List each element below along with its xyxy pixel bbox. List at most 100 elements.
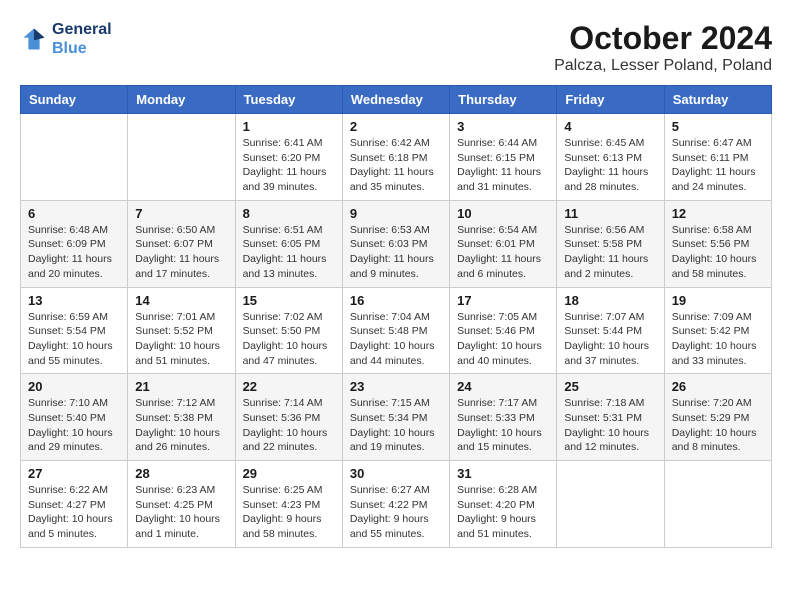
day-number: 18: [564, 293, 656, 308]
calendar-cell: 29 Sunrise: 6:25 AM Sunset: 4:23 PM Dayli…: [235, 461, 342, 548]
calendar-cell: 5Sunrise: 6:47 AM Sunset: 6:11 PM Daylig…: [664, 114, 771, 201]
calendar-cell: 22 Sunrise: 7:14 AM Sunset: 5:36 PM Dayli…: [235, 374, 342, 461]
day-number: 13: [28, 293, 120, 308]
calendar-cell: [664, 461, 771, 548]
column-header-saturday: Saturday: [664, 86, 771, 114]
day-number: 5: [672, 119, 764, 134]
day-number: 4: [564, 119, 656, 134]
day-number: 29: [243, 466, 335, 481]
calendar-cell: 8 Sunrise: 6:51 AM Sunset: 6:05 PM Daylig…: [235, 200, 342, 287]
day-number: 12: [672, 206, 764, 221]
calendar-cell: 2 Sunrise: 6:42 AM Sunset: 6:18 PM Daylig…: [342, 114, 449, 201]
day-info: Sunrise: 7:18 AM Sunset: 5:31 PM Dayligh…: [564, 396, 656, 455]
calendar-cell: 4 Sunrise: 6:45 AM Sunset: 6:13 PM Daylig…: [557, 114, 664, 201]
calendar-cell: 7 Sunrise: 6:50 AM Sunset: 6:07 PM Daylig…: [128, 200, 235, 287]
calendar-cell: 31 Sunrise: 6:28 AM Sunset: 4:20 PM Dayli…: [450, 461, 557, 548]
calendar-cell: 17Sunrise: 7:05 AM Sunset: 5:46 PM Dayli…: [450, 287, 557, 374]
day-info: Sunrise: 7:01 AM Sunset: 5:52 PM Dayligh…: [135, 310, 227, 369]
day-info: Sunrise: 6:58 AM Sunset: 5:56 PM Dayligh…: [672, 223, 764, 282]
day-info: Sunrise: 6:28 AM Sunset: 4:20 PM Dayligh…: [457, 483, 549, 542]
day-number: 1: [243, 119, 335, 134]
calendar-cell: 15 Sunrise: 7:02 AM Sunset: 5:50 PM Dayli…: [235, 287, 342, 374]
day-number: 22: [243, 379, 335, 394]
column-header-tuesday: Tuesday: [235, 86, 342, 114]
calendar-cell: 18 Sunrise: 7:07 AM Sunset: 5:44 PM Dayli…: [557, 287, 664, 374]
day-number: 19: [672, 293, 764, 308]
logo: General Blue: [20, 20, 112, 58]
page-header: General Blue October 2024 Palcza, Lesser…: [20, 20, 772, 75]
calendar-cell: [21, 114, 128, 201]
day-number: 23: [350, 379, 442, 394]
day-info: Sunrise: 6:50 AM Sunset: 6:07 PM Dayligh…: [135, 223, 227, 282]
column-header-sunday: Sunday: [21, 86, 128, 114]
column-header-friday: Friday: [557, 86, 664, 114]
day-number: 3: [457, 119, 549, 134]
day-number: 7: [135, 206, 227, 221]
day-info: Sunrise: 6:25 AM Sunset: 4:23 PM Dayligh…: [243, 483, 335, 542]
day-number: 21: [135, 379, 227, 394]
day-info: Sunrise: 6:41 AM Sunset: 6:20 PM Dayligh…: [243, 136, 335, 195]
day-number: 8: [243, 206, 335, 221]
column-header-thursday: Thursday: [450, 86, 557, 114]
day-info: Sunrise: 6:42 AM Sunset: 6:18 PM Dayligh…: [350, 136, 442, 195]
calendar-cell: 28 Sunrise: 6:23 AM Sunset: 4:25 PM Dayli…: [128, 461, 235, 548]
day-number: 15: [243, 293, 335, 308]
day-info: Sunrise: 6:45 AM Sunset: 6:13 PM Dayligh…: [564, 136, 656, 195]
calendar-cell: 10 Sunrise: 6:54 AM Sunset: 6:01 PM Dayli…: [450, 200, 557, 287]
day-info: Sunrise: 6:27 AM Sunset: 4:22 PM Dayligh…: [350, 483, 442, 542]
calendar-cell: [128, 114, 235, 201]
day-info: Sunrise: 6:48 AM Sunset: 6:09 PM Dayligh…: [28, 223, 120, 282]
day-number: 16: [350, 293, 442, 308]
calendar-cell: 14 Sunrise: 7:01 AM Sunset: 5:52 PM Dayli…: [128, 287, 235, 374]
day-info: Sunrise: 7:20 AM Sunset: 5:29 PM Dayligh…: [672, 396, 764, 455]
day-info: Sunrise: 7:07 AM Sunset: 5:44 PM Dayligh…: [564, 310, 656, 369]
day-number: 6: [28, 206, 120, 221]
calendar-cell: 25 Sunrise: 7:18 AM Sunset: 5:31 PM Dayli…: [557, 374, 664, 461]
calendar-cell: [557, 461, 664, 548]
day-info: Sunrise: 6:59 AM Sunset: 5:54 PM Dayligh…: [28, 310, 120, 369]
title-block: October 2024 Palcza, Lesser Poland, Pola…: [554, 20, 772, 75]
day-info: Sunrise: 6:56 AM Sunset: 5:58 PM Dayligh…: [564, 223, 656, 282]
day-info: Sunrise: 6:51 AM Sunset: 6:05 PM Dayligh…: [243, 223, 335, 282]
calendar-cell: 23 Sunrise: 7:15 AM Sunset: 5:34 PM Dayli…: [342, 374, 449, 461]
day-info: Sunrise: 6:54 AM Sunset: 6:01 PM Dayligh…: [457, 223, 549, 282]
day-info: Sunrise: 7:15 AM Sunset: 5:34 PM Dayligh…: [350, 396, 442, 455]
day-info: Sunrise: 7:17 AM Sunset: 5:33 PM Dayligh…: [457, 396, 549, 455]
day-info: Sunrise: 7:14 AM Sunset: 5:36 PM Dayligh…: [243, 396, 335, 455]
day-number: 20: [28, 379, 120, 394]
column-header-wednesday: Wednesday: [342, 86, 449, 114]
day-number: 2: [350, 119, 442, 134]
day-info: Sunrise: 6:44 AM Sunset: 6:15 PM Dayligh…: [457, 136, 549, 195]
calendar-cell: 27Sunrise: 6:22 AM Sunset: 4:27 PM Dayli…: [21, 461, 128, 548]
day-info: Sunrise: 6:23 AM Sunset: 4:25 PM Dayligh…: [135, 483, 227, 542]
day-number: 24: [457, 379, 549, 394]
calendar-cell: 9 Sunrise: 6:53 AM Sunset: 6:03 PM Daylig…: [342, 200, 449, 287]
calendar-cell: 11 Sunrise: 6:56 AM Sunset: 5:58 PM Dayli…: [557, 200, 664, 287]
day-number: 14: [135, 293, 227, 308]
day-info: Sunrise: 7:09 AM Sunset: 5:42 PM Dayligh…: [672, 310, 764, 369]
calendar-cell: 13 Sunrise: 6:59 AM Sunset: 5:54 PM Dayli…: [21, 287, 128, 374]
calendar-cell: 16Sunrise: 7:04 AM Sunset: 5:48 PM Dayli…: [342, 287, 449, 374]
day-number: 9: [350, 206, 442, 221]
day-number: 10: [457, 206, 549, 221]
calendar-cell: 21 Sunrise: 7:12 AM Sunset: 5:38 PM Dayli…: [128, 374, 235, 461]
day-number: 25: [564, 379, 656, 394]
day-number: 11: [564, 206, 656, 221]
calendar-table: SundayMondayTuesdayWednesdayThursdayFrid…: [20, 85, 772, 548]
calendar-cell: 19 Sunrise: 7:09 AM Sunset: 5:42 PM Dayli…: [664, 287, 771, 374]
day-info: Sunrise: 7:10 AM Sunset: 5:40 PM Dayligh…: [28, 396, 120, 455]
day-number: 28: [135, 466, 227, 481]
column-header-monday: Monday: [128, 86, 235, 114]
day-number: 31: [457, 466, 549, 481]
day-number: 30: [350, 466, 442, 481]
day-info: Sunrise: 7:05 AM Sunset: 5:46 PM Dayligh…: [457, 310, 549, 369]
day-info: Sunrise: 7:12 AM Sunset: 5:38 PM Dayligh…: [135, 396, 227, 455]
calendar-cell: 12 Sunrise: 6:58 AM Sunset: 5:56 PM Dayli…: [664, 200, 771, 287]
logo-icon: [20, 25, 48, 53]
calendar-cell: 3 Sunrise: 6:44 AM Sunset: 6:15 PM Daylig…: [450, 114, 557, 201]
calendar-cell: 1 Sunrise: 6:41 AM Sunset: 6:20 PM Daylig…: [235, 114, 342, 201]
day-info: Sunrise: 6:53 AM Sunset: 6:03 PM Dayligh…: [350, 223, 442, 282]
day-info: Sunrise: 7:02 AM Sunset: 5:50 PM Dayligh…: [243, 310, 335, 369]
calendar-cell: 26Sunrise: 7:20 AM Sunset: 5:29 PM Dayli…: [664, 374, 771, 461]
calendar-cell: 24 Sunrise: 7:17 AM Sunset: 5:33 PM Dayli…: [450, 374, 557, 461]
